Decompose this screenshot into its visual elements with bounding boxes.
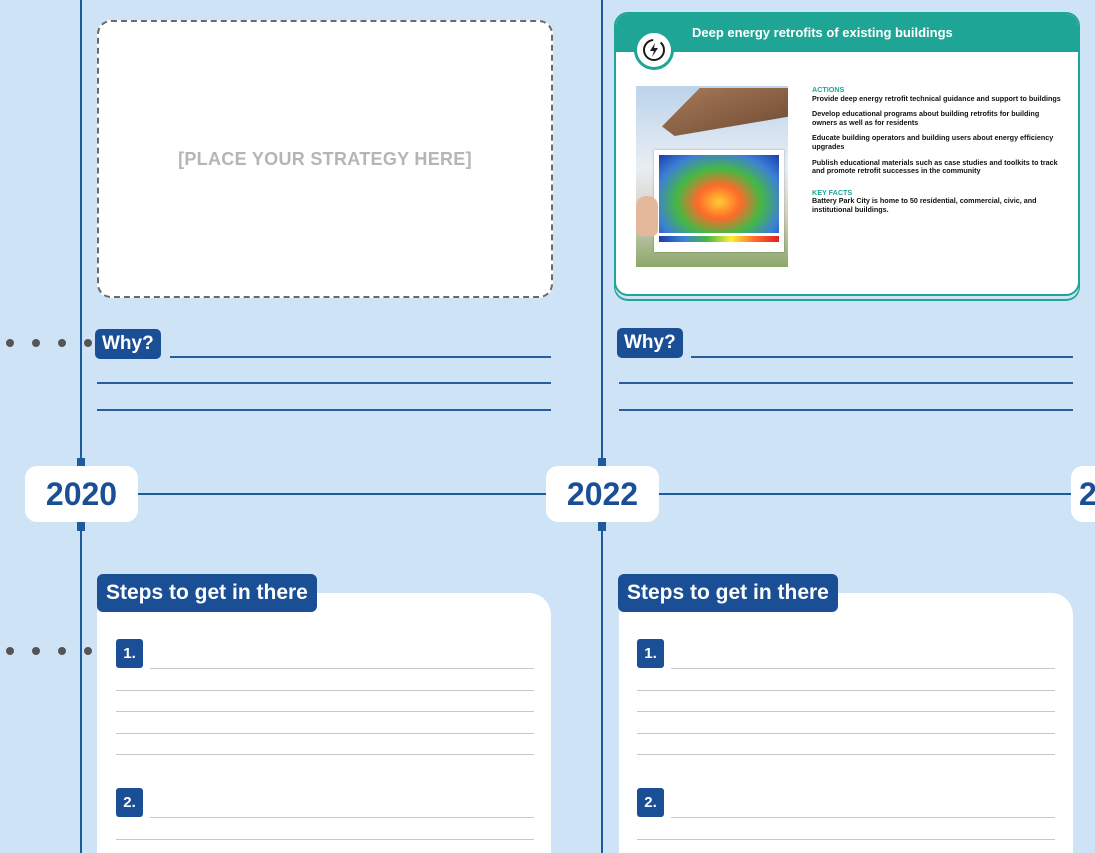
step-line[interactable] bbox=[637, 690, 1055, 691]
action-item: Educate building operators and building … bbox=[812, 133, 1054, 151]
timeline-vertical-line bbox=[601, 0, 603, 853]
thermal-house-image bbox=[636, 86, 788, 267]
steps-box bbox=[97, 593, 551, 853]
why-answer-line[interactable] bbox=[97, 409, 551, 411]
strategy-card[interactable]: Deep energy retrofits of existing buildi… bbox=[614, 12, 1080, 296]
placeholder-text: [PLACE YOUR STRATEGY HERE] bbox=[178, 148, 472, 169]
step-number: 1. bbox=[116, 639, 143, 668]
card-header: Deep energy retrofits of existing buildi… bbox=[616, 14, 1078, 52]
step-line[interactable] bbox=[116, 733, 534, 734]
strategy-placeholder[interactable]: [PLACE YOUR STRATEGY HERE] bbox=[97, 20, 553, 298]
year-label-2022: 2022 bbox=[546, 466, 659, 522]
timeline-horizontal-line bbox=[659, 493, 1071, 495]
step-line[interactable] bbox=[116, 754, 534, 755]
step-line[interactable] bbox=[637, 711, 1055, 712]
timeline-horizontal-line bbox=[138, 493, 548, 495]
action-item: Publish educational materials such as ca… bbox=[812, 157, 1058, 176]
card-text: ACTIONS Provide deep energy retrofit tec… bbox=[812, 85, 1062, 222]
step-line[interactable] bbox=[150, 668, 534, 669]
timeline-tick bbox=[77, 521, 85, 531]
step-line[interactable] bbox=[671, 817, 1055, 818]
step-line[interactable] bbox=[637, 733, 1055, 734]
action-item: Provide deep energy retrofit technical g… bbox=[812, 93, 1061, 103]
why-answer-line[interactable] bbox=[97, 382, 551, 384]
energy-bolt-icon bbox=[634, 30, 674, 70]
steps-label: Steps to get in there bbox=[618, 574, 838, 612]
step-line[interactable] bbox=[637, 839, 1055, 840]
key-facts-text: Battery Park City is home to 50 resident… bbox=[812, 196, 1037, 214]
timeline-vertical-line bbox=[80, 0, 82, 853]
step-line[interactable] bbox=[150, 817, 534, 818]
why-answer-line[interactable] bbox=[691, 356, 1073, 358]
steps-label: Steps to get in there bbox=[97, 574, 317, 612]
step-line[interactable] bbox=[637, 754, 1055, 755]
timeline-tick bbox=[598, 521, 606, 531]
step-line[interactable] bbox=[116, 839, 534, 840]
year-label-2020: 2020 bbox=[25, 466, 138, 522]
year-label-next: 2 bbox=[1071, 466, 1095, 522]
why-label: Why? bbox=[95, 329, 161, 359]
step-number: 2. bbox=[637, 788, 664, 817]
why-answer-line[interactable] bbox=[170, 356, 551, 358]
why-answer-line[interactable] bbox=[619, 382, 1073, 384]
action-item: Develop educational programs about build… bbox=[812, 109, 1040, 127]
why-answer-line[interactable] bbox=[619, 409, 1073, 411]
step-number: 1. bbox=[637, 639, 664, 668]
step-line[interactable] bbox=[116, 711, 534, 712]
steps-box bbox=[619, 593, 1073, 853]
card-title: Deep energy retrofits of existing buildi… bbox=[692, 25, 953, 40]
step-number: 2. bbox=[116, 788, 143, 817]
step-line[interactable] bbox=[116, 690, 534, 691]
why-label: Why? bbox=[617, 328, 683, 358]
step-line[interactable] bbox=[671, 668, 1055, 669]
